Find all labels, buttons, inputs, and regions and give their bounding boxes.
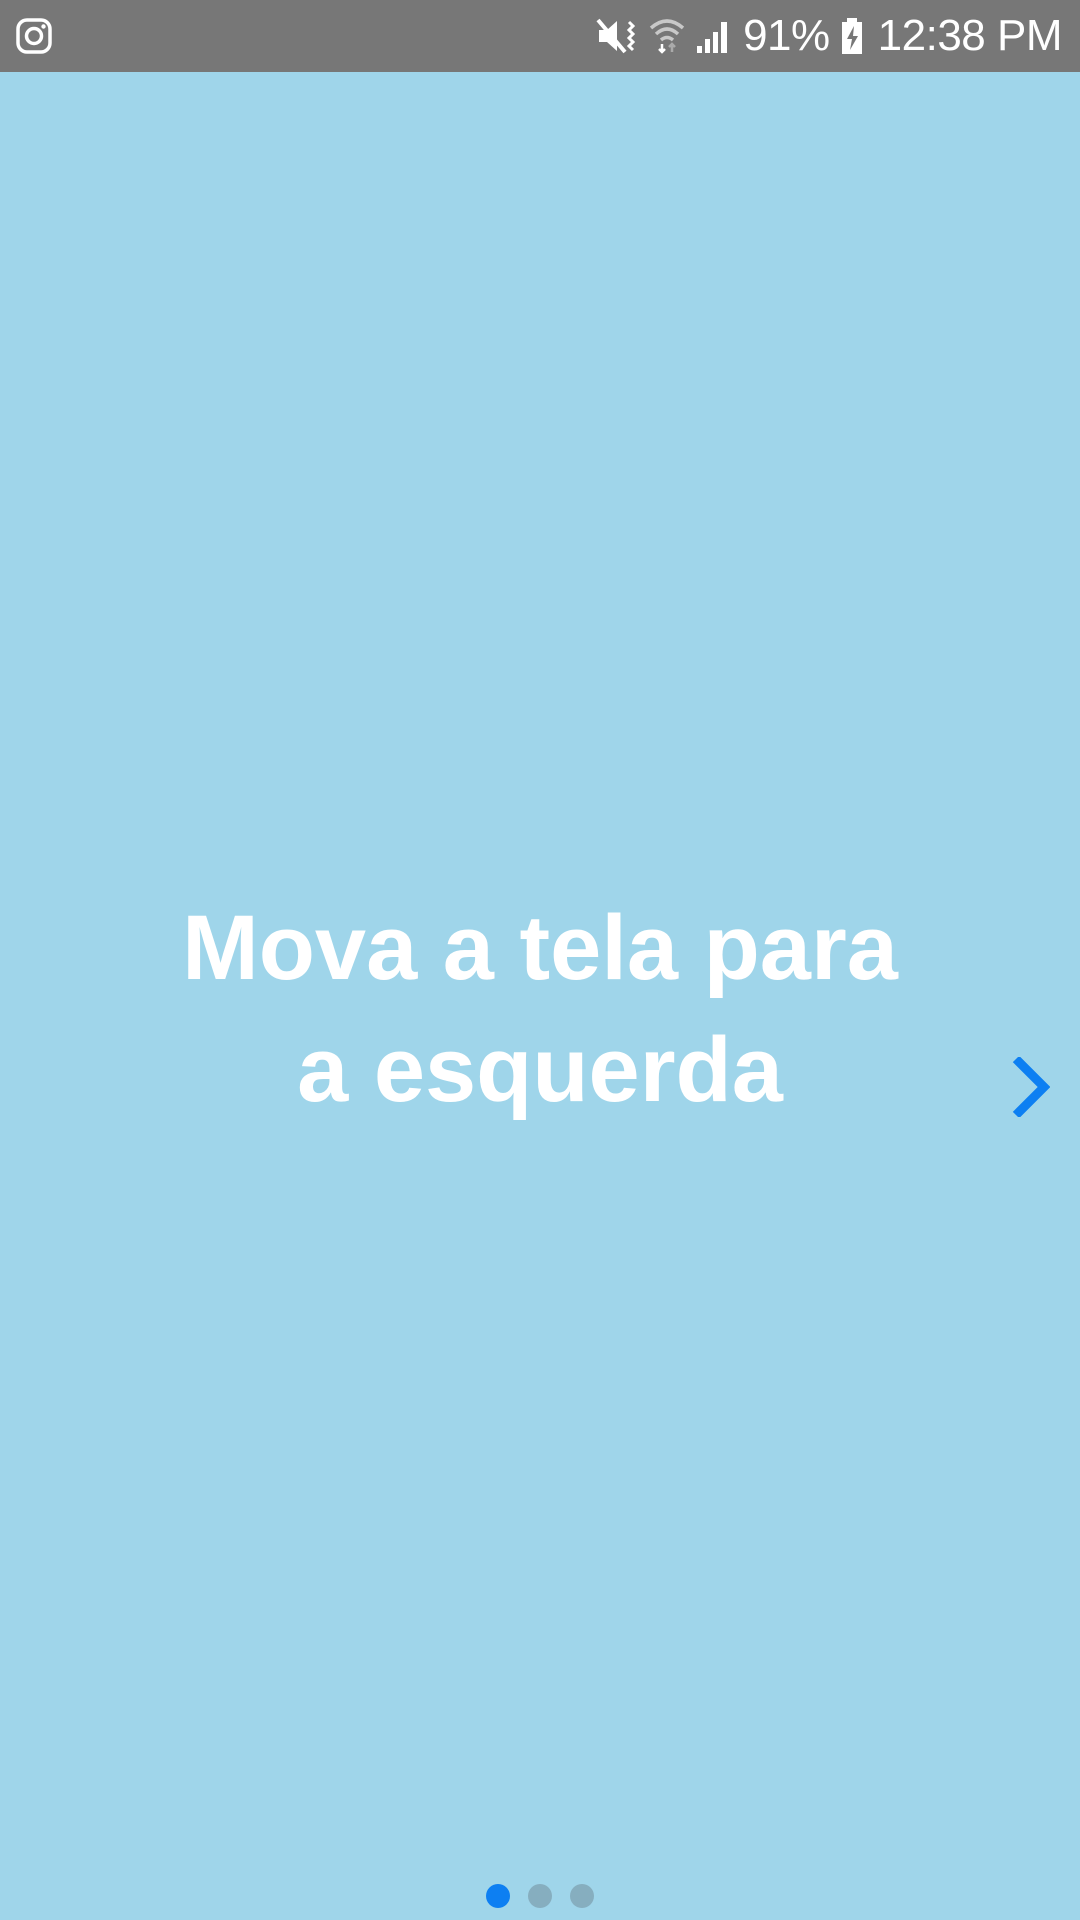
page-dot-1[interactable] — [486, 1884, 510, 1908]
battery-charging-icon — [840, 16, 864, 56]
battery-percent: 91% — [743, 11, 830, 60]
slide-title-line-2: a esquerda — [297, 1019, 783, 1121]
signal-icon — [695, 16, 733, 56]
clock-time: 12:38 PM — [877, 11, 1063, 60]
page-dot-2[interactable] — [528, 1884, 552, 1908]
onboarding-slide[interactable]: Mova a tela para a esquerda — [0, 72, 1080, 1920]
slide-title: Mova a tela para a esquerda — [140, 887, 940, 1131]
chevron-right-icon[interactable] — [1010, 1055, 1051, 1119]
page-dot-3[interactable] — [570, 1884, 594, 1908]
slide-title-line-1: Mova a tela para — [182, 897, 898, 999]
mute-vibrate-icon — [595, 16, 639, 56]
wifi-icon — [649, 16, 685, 56]
status-indicators: 91% 12:38 PM — [595, 0, 1063, 72]
status-bar: 91% 12:38 PM — [0, 0, 1080, 72]
page-indicator — [0, 1884, 1080, 1908]
instagram-icon — [16, 18, 52, 54]
